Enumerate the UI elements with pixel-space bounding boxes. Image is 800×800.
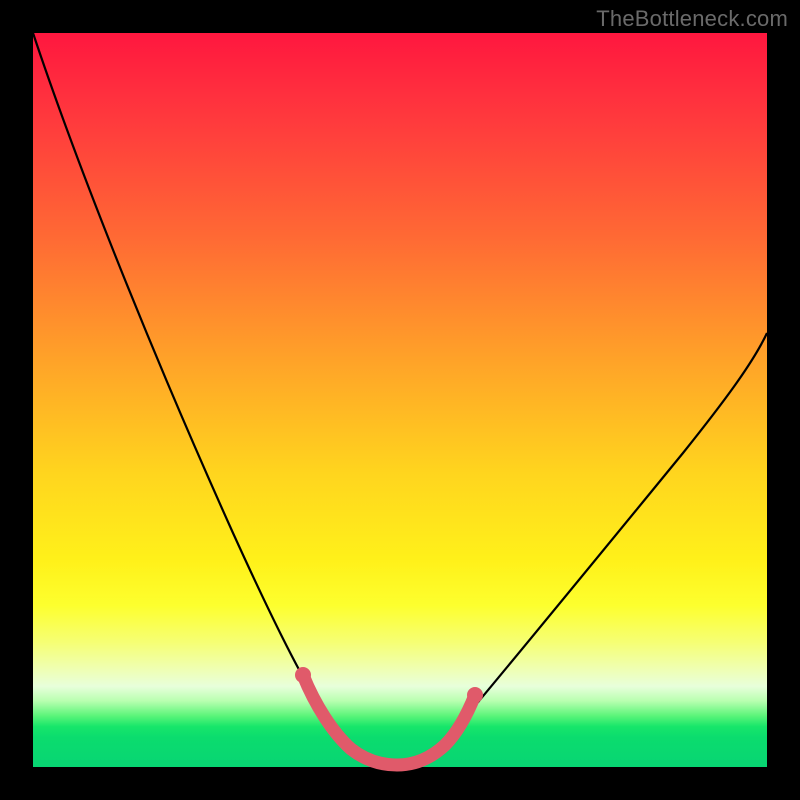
curve-layer: [33, 33, 767, 767]
plot-area: [33, 33, 767, 767]
watermark-text: TheBottleneck.com: [596, 6, 788, 32]
chart-frame: TheBottleneck.com: [0, 0, 800, 800]
highlight-end-left: [295, 667, 311, 683]
bottleneck-curve: [33, 33, 767, 764]
highlight-end-right: [467, 687, 483, 703]
optimal-band-highlight: [303, 675, 475, 765]
